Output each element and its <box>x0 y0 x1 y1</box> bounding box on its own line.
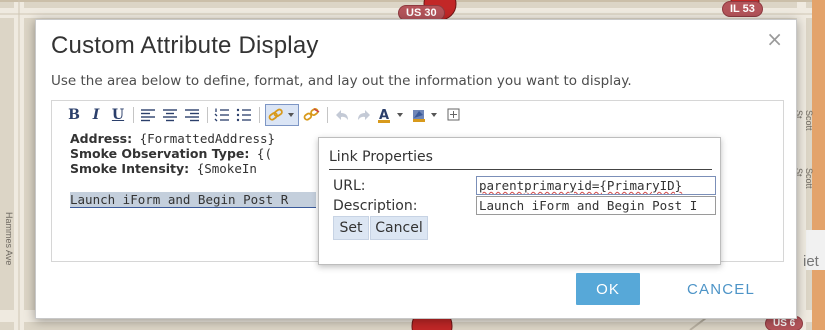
url-input[interactable]: parentprimaryid={PrimaryID} <box>476 176 716 195</box>
popup-divider <box>329 169 712 170</box>
map-text: iet <box>803 253 819 270</box>
insert-table-icon[interactable] <box>445 104 463 126</box>
remove-link-icon[interactable] <box>303 104 321 126</box>
field-label: Address: <box>70 131 133 146</box>
dialog-title: Custom Attribute Display <box>51 32 319 59</box>
field-label: Smoke Intensity: <box>70 161 190 176</box>
link-properties-popup: Link Properties URL: parentprimaryid={Pr… <box>318 137 721 265</box>
align-left-icon[interactable] <box>139 104 157 126</box>
field-value: {( <box>256 146 272 161</box>
bold-icon[interactable]: B <box>65 104 83 126</box>
smoke-intensity-line: Smoke Intensity: {SmokeIn <box>70 161 275 176</box>
align-center-icon[interactable] <box>161 104 179 126</box>
undo-icon[interactable] <box>333 104 351 126</box>
popup-title: Link Properties <box>329 149 433 165</box>
selected-link-text[interactable]: Launch iForm and Begin Post R <box>70 192 316 208</box>
toolbar-divider <box>327 107 328 123</box>
cancel-button[interactable]: CANCEL <box>666 273 776 305</box>
field-value: {SmokeIn <box>196 161 257 176</box>
street-label: Scott St <box>794 168 814 189</box>
smoke-type-line: Smoke Observation Type: {( <box>70 146 275 161</box>
address-line: Address: {FormattedAddress} <box>70 131 275 146</box>
font-color-icon[interactable]: A <box>377 104 407 126</box>
editor-toolbar: B I U A <box>52 101 783 129</box>
custom-attribute-dialog: Custom Attribute Display × Use the area … <box>35 19 797 319</box>
bulleted-list-icon[interactable] <box>235 104 253 126</box>
underline-icon[interactable]: U <box>109 104 127 126</box>
editor-content[interactable]: Address: {FormattedAddress} Smoke Observ… <box>70 131 275 176</box>
link-cancel-button[interactable]: Cancel <box>370 216 428 240</box>
description-input[interactable]: Launch iForm and Begin Post I <box>476 196 716 215</box>
route-shield-il53: IL 53 <box>722 1 763 17</box>
toolbar-divider <box>259 107 260 123</box>
field-value: {FormattedAddress} <box>139 131 276 146</box>
set-button[interactable]: Set <box>333 216 369 240</box>
ok-button[interactable]: OK <box>576 273 640 305</box>
highlight-color-icon[interactable] <box>411 104 441 126</box>
close-icon[interactable]: × <box>766 27 783 51</box>
field-label: Smoke Observation Type: <box>70 146 250 161</box>
toolbar-divider <box>133 107 134 123</box>
description-label: Description: <box>333 198 418 214</box>
toolbar-divider <box>207 107 208 123</box>
street-label: Scott St <box>794 110 814 131</box>
dialog-instructions: Use the area below to define, format, an… <box>51 73 632 89</box>
italic-icon[interactable]: I <box>87 104 105 126</box>
redo-icon[interactable] <box>355 104 373 126</box>
url-label: URL: <box>333 178 366 194</box>
create-link-icon[interactable] <box>265 104 299 126</box>
align-right-icon[interactable] <box>183 104 201 126</box>
numbered-list-icon[interactable] <box>213 104 231 126</box>
street-label: Hammes Ave <box>4 212 14 266</box>
